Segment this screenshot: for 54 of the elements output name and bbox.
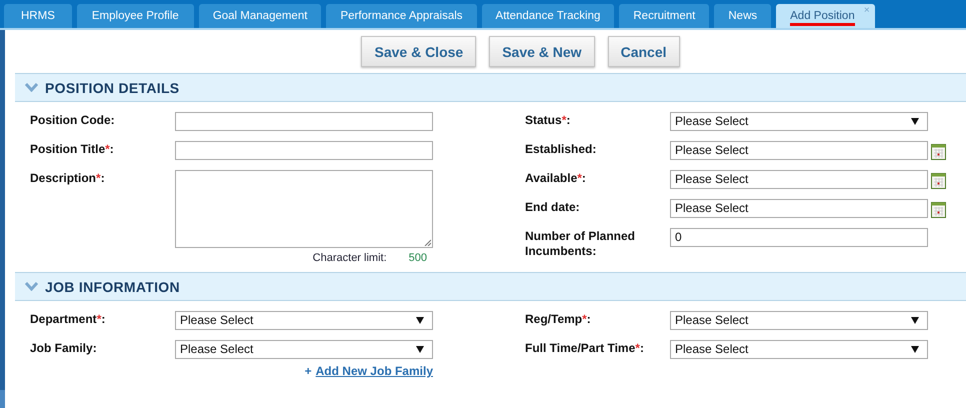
dropdown[interactable]: Please Select [670, 340, 928, 359]
caret-icon [911, 317, 919, 324]
section-title: JOB INFORMATION [45, 278, 180, 294]
tab[interactable]: Attendance Tracking [482, 4, 614, 28]
dropdown[interactable]: Please Select [175, 340, 433, 359]
section-header[interactable]: POSITION DETAILS [15, 73, 966, 102]
resize-grip-icon[interactable] [424, 239, 431, 246]
field-label: End date: [525, 199, 581, 216]
calendar-icon[interactable] [931, 173, 946, 189]
field-label: Department*: [30, 311, 106, 328]
field-label: Position Code: [30, 112, 116, 129]
tab[interactable]: Performance Appraisals [326, 4, 477, 28]
field-label: Number of Planned Incumbents: [525, 228, 636, 259]
section-title: POSITION DETAILS [45, 80, 180, 96]
section-header[interactable]: JOB INFORMATION [15, 272, 966, 301]
tab[interactable]: Recruitment [619, 4, 710, 28]
calendar-icon[interactable] [931, 144, 946, 160]
chevron-icon[interactable] [25, 282, 38, 291]
input-field[interactable] [175, 112, 433, 131]
tab[interactable]: Goal Management [198, 4, 322, 28]
field-label: Full Time/Part Time*: [525, 340, 645, 357]
dropdown[interactable]: Please Select [670, 311, 928, 330]
date-field[interactable]: Please Select [670, 170, 928, 189]
chevron-icon[interactable] [25, 83, 38, 92]
character-limit-value: 500 [408, 252, 427, 264]
character-limit-label: Character limit: [312, 252, 387, 264]
field-label: Description*: [30, 170, 106, 187]
calendar-icon[interactable] [931, 202, 946, 218]
dropdown[interactable]: Please Select [175, 311, 433, 330]
input-field[interactable]: 0 [670, 228, 928, 247]
caret-icon [911, 118, 919, 125]
caret-icon [911, 346, 919, 353]
tab[interactable]: News [714, 4, 772, 28]
plus-icon: + [304, 364, 312, 378]
tab[interactable]: Add Position × [776, 4, 875, 28]
date-field[interactable]: Please Select [670, 199, 928, 218]
field-label: Job Family: [30, 340, 98, 357]
field-label: Available*: [525, 170, 587, 187]
date-field[interactable]: Please Select [670, 141, 928, 160]
tab[interactable]: Employee Profile [76, 4, 194, 28]
text-area[interactable] [175, 170, 433, 248]
field-label: Status*: [525, 112, 572, 129]
dropdown[interactable]: Please Select [670, 112, 928, 131]
action-button[interactable]: Save & New [489, 36, 595, 67]
action-button[interactable]: Cancel [608, 36, 680, 67]
action-button[interactable]: Save & Close [361, 36, 476, 67]
field-label: Position Title*: [30, 141, 115, 158]
field-label: Established: [525, 141, 598, 158]
input-field[interactable] [175, 141, 433, 160]
caret-icon [416, 346, 424, 353]
field-label: Reg/Temp*: [525, 311, 592, 328]
caret-icon [416, 317, 424, 324]
tab[interactable]: HRMS [4, 4, 72, 28]
add-job-family-link[interactable]: Add New Job Family [316, 364, 433, 378]
